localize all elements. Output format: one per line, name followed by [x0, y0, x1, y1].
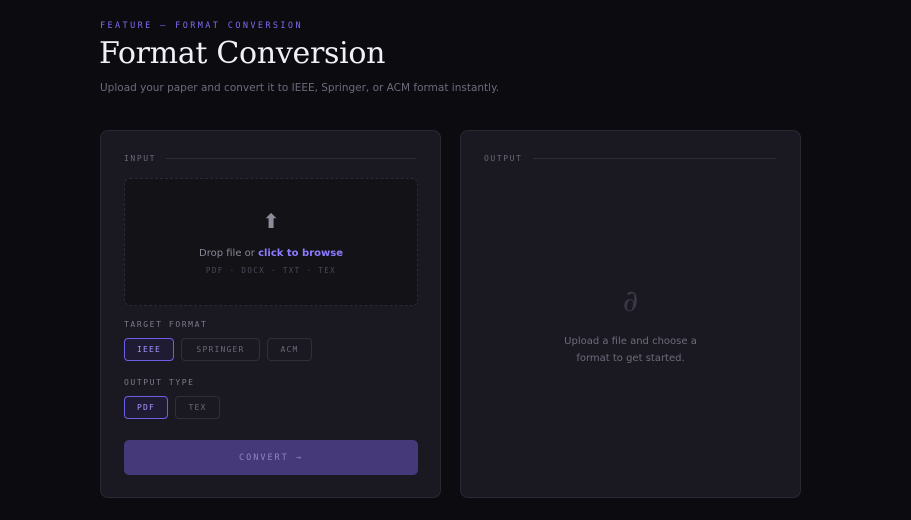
input-section-header: INPUT	[124, 154, 416, 163]
file-dropzone[interactable]: ⬆ Drop file or click to browse PDF · DOC…	[124, 178, 418, 306]
section-divider	[166, 158, 416, 159]
page-eyebrow: FEATURE — FORMAT CONVERSION	[100, 21, 303, 31]
partial-derivative-icon: ∂	[622, 284, 639, 319]
output-option-tex[interactable]: TEX	[175, 396, 220, 419]
upload-arrow-icon: ⬆	[262, 209, 280, 233]
format-option-springer[interactable]: SPRINGER	[181, 338, 260, 361]
output-empty-state: ∂ Upload a file and choose a format to g…	[461, 284, 800, 367]
section-divider	[532, 158, 776, 159]
page-subtitle: Upload your paper and convert it to IEEE…	[100, 82, 500, 94]
supported-formats: PDF · DOCX · TXT · TEX	[205, 266, 337, 275]
format-option-acm[interactable]: ACM	[267, 338, 312, 361]
input-section-label: INPUT	[124, 154, 157, 163]
dropzone-prefix: Drop file or	[199, 248, 259, 259]
output-type-label: OUTPUT TYPE	[124, 378, 195, 387]
format-option-ieee[interactable]: IEEE	[124, 338, 174, 361]
output-section-header: OUTPUT	[484, 154, 776, 163]
target-format-group: IEEE SPRINGER ACM	[124, 338, 312, 361]
dropzone-text: Drop file or click to browse	[125, 248, 417, 259]
convert-button[interactable]: CONVERT →	[124, 440, 418, 475]
target-format-label: TARGET FORMAT	[124, 320, 208, 329]
page-title: Format Conversion	[99, 36, 386, 71]
output-section-label: OUTPUT	[484, 154, 523, 163]
output-option-pdf[interactable]: PDF	[124, 396, 168, 419]
input-panel: INPUT ⬆ Drop file or click to browse PDF…	[100, 130, 441, 498]
output-type-group: PDF TEX	[124, 396, 220, 419]
browse-link[interactable]: click to browse	[258, 248, 343, 259]
output-panel: OUTPUT ∂ Upload a file and choose a form…	[460, 130, 801, 498]
empty-state-message: Upload a file and choose a format to get…	[564, 336, 697, 364]
